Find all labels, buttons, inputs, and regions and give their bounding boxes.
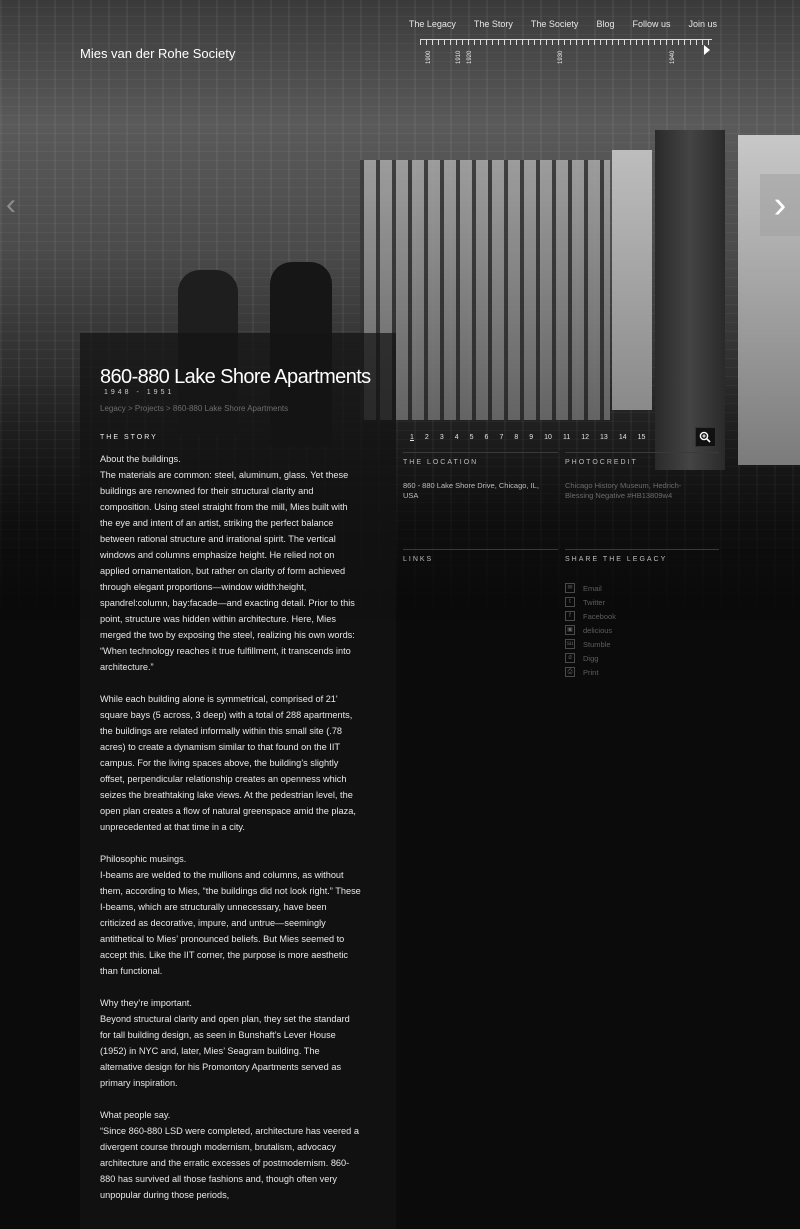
- timeline-ticks: [420, 39, 712, 45]
- digg-icon: d: [565, 653, 575, 663]
- print-icon: ⎙: [565, 667, 575, 677]
- share-label: Stumble: [583, 639, 611, 649]
- photo-column: [655, 130, 725, 470]
- zoom-glyph: [699, 431, 711, 443]
- nav-follow-us[interactable]: Follow us: [632, 19, 670, 29]
- page-link[interactable]: 10: [544, 434, 552, 441]
- timeline-year[interactable]: 1910: [456, 51, 462, 64]
- page-link[interactable]: 3: [440, 434, 444, 441]
- breadcrumb[interactable]: Legacy > Projects > 860-880 Lake Shore A…: [100, 404, 288, 413]
- page-link[interactable]: 11: [563, 434, 570, 441]
- page-link[interactable]: 8: [514, 434, 518, 441]
- share-print[interactable]: ⎙ Print: [565, 665, 616, 679]
- nav-the-story[interactable]: The Story: [474, 19, 513, 29]
- nav-join-us[interactable]: Join us: [688, 19, 717, 29]
- page-link[interactable]: 4: [455, 434, 459, 441]
- share-stumble[interactable]: su Stumble: [565, 637, 616, 651]
- links-heading: LINKS: [403, 556, 434, 563]
- share-label: Facebook: [583, 611, 616, 621]
- share-list: ✉ Email t Twitter f Facebook ▣ delicious su S…: [565, 581, 616, 679]
- project-years: 1948 - 1951: [104, 389, 175, 396]
- divider: [565, 549, 719, 550]
- nav-the-legacy[interactable]: The Legacy: [409, 19, 456, 29]
- story-paragraph: While each building alone is symmetrical…: [100, 694, 356, 832]
- zoom-in-icon[interactable]: [695, 427, 716, 447]
- location-value: 860 - 880 Lake Shore Drive, Chicago, IL,…: [403, 481, 539, 500]
- share-label: delicious: [583, 625, 613, 635]
- stumbleupon-icon: su: [565, 639, 575, 649]
- delicious-icon: ▣: [565, 625, 575, 635]
- page-link[interactable]: 2: [425, 434, 429, 441]
- photocredit-heading: PHOTOCREDIT: [565, 459, 638, 466]
- page-link[interactable]: 12: [581, 434, 589, 441]
- photo-window: [612, 150, 652, 410]
- gallery-pager: 1 2 3 4 5 6 7 8 9 10 11 12 13 14 15: [410, 434, 656, 441]
- share-email[interactable]: ✉ Email: [565, 581, 616, 595]
- share-facebook[interactable]: f Facebook: [565, 609, 616, 623]
- page-link[interactable]: 6: [485, 434, 489, 441]
- divider: [565, 452, 719, 453]
- page-link[interactable]: 1: [410, 434, 414, 441]
- photocredit-value: Chicago History Museum, Hedrich-Blessing…: [565, 481, 682, 500]
- nav-the-society[interactable]: The Society: [531, 19, 579, 29]
- story-heading: THE STORY: [100, 434, 158, 441]
- story-paragraph: What people say. “Since 860-880 LSD were…: [100, 1110, 359, 1200]
- page-title: 860-880 Lake Shore Apartments: [100, 366, 371, 388]
- twitter-icon: t: [565, 597, 575, 607]
- share-label: Print: [583, 667, 599, 677]
- story-paragraph: About the buildings. The materials are c…: [100, 454, 355, 672]
- top-nav: The Legacy The Story The Society Blog Fo…: [391, 19, 717, 29]
- timeline-year[interactable]: 1940: [670, 51, 676, 64]
- photo-building: [360, 160, 610, 420]
- chevron-right-icon[interactable]: ›: [760, 174, 800, 236]
- facebook-icon: f: [565, 611, 575, 621]
- page-link[interactable]: 9: [529, 434, 533, 441]
- page-link[interactable]: 14: [619, 434, 627, 441]
- play-icon[interactable]: [704, 45, 710, 55]
- site-logo[interactable]: Mies van der Rohe Society: [80, 46, 235, 61]
- location-heading: THE LOCATION: [403, 459, 479, 466]
- timeline-year[interactable]: 1930: [558, 51, 564, 64]
- nav-blog[interactable]: Blog: [596, 19, 614, 29]
- timeline-year[interactable]: 1920: [467, 51, 473, 64]
- share-delicious[interactable]: ▣ delicious: [565, 623, 616, 637]
- timeline-year[interactable]: 1900: [426, 51, 432, 64]
- divider: [403, 549, 558, 550]
- page-link[interactable]: 5: [470, 434, 474, 441]
- share-heading: SHARE THE LEGACY: [565, 556, 668, 563]
- divider: [403, 452, 558, 453]
- share-label: Email: [583, 583, 602, 593]
- story-body: About the buildings. The materials are c…: [100, 451, 362, 1219]
- timeline[interactable]: [420, 39, 712, 45]
- page-link[interactable]: 15: [638, 434, 646, 441]
- story-paragraph: Philosophic musings. I-beams are welded …: [100, 854, 361, 976]
- page-link[interactable]: 13: [600, 434, 608, 441]
- page-link[interactable]: 7: [499, 434, 503, 441]
- share-label: Digg: [583, 653, 599, 663]
- share-twitter[interactable]: t Twitter: [565, 595, 616, 609]
- share-label: Twitter: [583, 597, 606, 607]
- email-icon: ✉: [565, 583, 575, 593]
- share-digg[interactable]: d Digg: [565, 651, 616, 665]
- story-paragraph: Why they’re important. Beyond structural…: [100, 998, 350, 1088]
- chevron-left-icon[interactable]: ‹: [6, 190, 30, 220]
